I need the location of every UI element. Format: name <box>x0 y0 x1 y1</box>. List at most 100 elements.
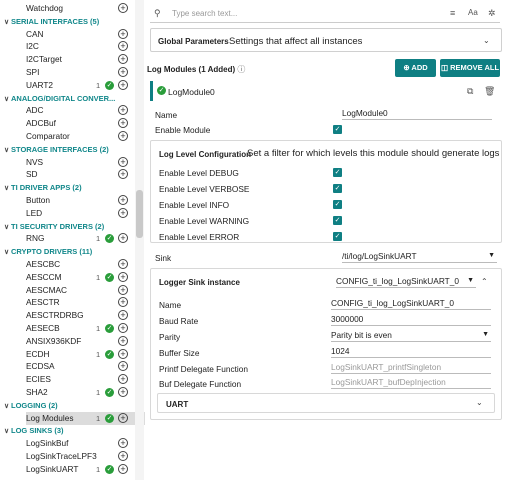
delete-icon[interactable]: 🗑 <box>484 86 495 96</box>
font-case-icon[interactable]: Aa <box>468 8 478 18</box>
sidebar-item[interactable]: Button + <box>26 194 145 207</box>
sidebar-category[interactable]: ∨ TI DRIVER APPS (2) <box>0 181 134 194</box>
log-level-checkbox[interactable]: ✓ <box>333 184 342 193</box>
enable-module-checkbox[interactable]: ✓ <box>333 125 342 134</box>
sidebar-item[interactable]: ECIES + <box>26 373 145 386</box>
add-instance-icon[interactable]: + <box>118 118 128 129</box>
baud-rate-value[interactable]: 3000000 <box>331 314 363 324</box>
add-button[interactable]: ⊕ ADD <box>395 59 436 77</box>
chevron-down-icon[interactable]: ∨ <box>4 16 11 29</box>
chevron-down-icon[interactable]: ⌄ <box>483 36 490 45</box>
sidebar-item[interactable]: AESCBC + <box>26 258 145 271</box>
add-instance-icon[interactable]: + <box>118 105 128 116</box>
sidebar-category[interactable]: ∨ SERIAL INTERFACES (5) <box>0 15 134 28</box>
buffer-size-input[interactable]: 1024 <box>331 346 491 358</box>
scrollbar-thumb[interactable] <box>136 190 143 238</box>
sidebar-item[interactable]: LogSinkBuf + <box>26 437 145 450</box>
sidebar-item[interactable]: UART2 1 ✓ + <box>26 79 145 92</box>
sidebar-item[interactable]: SD + <box>26 168 145 181</box>
sidebar-item[interactable]: ADCBuf + <box>26 117 145 130</box>
chevron-down-icon[interactable]: ∨ <box>4 221 11 234</box>
name-value[interactable]: LogModule0 <box>342 108 388 118</box>
sink-select[interactable]: /ti/log/LogSinkUART ▼ <box>342 251 497 263</box>
list-view-icon[interactable]: ≡ <box>450 8 455 18</box>
sidebar-scrollbar[interactable] <box>135 0 144 480</box>
chevron-down-icon[interactable]: ∨ <box>4 93 11 106</box>
sidebar-item[interactable]: ECDH 1 ✓ + <box>26 348 145 361</box>
add-instance-icon[interactable]: + <box>118 3 128 13</box>
sidebar-item[interactable]: AESCTR + <box>26 296 145 309</box>
printf-delegate-input[interactable]: LogSinkUART_printfSingleton <box>331 362 491 374</box>
uart-subpanel[interactable]: UART ⌄ <box>157 393 495 413</box>
sidebar-item[interactable]: LogSinkUART 1 ✓ + <box>26 463 145 476</box>
baud-rate-input[interactable]: 3000000 <box>331 314 491 326</box>
chevron-up-icon[interactable]: ⌃ <box>481 277 488 286</box>
sidebar-item[interactable]: CAN + <box>26 28 145 41</box>
add-instance-icon[interactable]: + <box>118 28 128 39</box>
sidebar-item[interactable]: Log Modules 1 ✓ + <box>26 411 145 425</box>
sidebar-item[interactable]: LogSinkTraceLPF3 + <box>26 450 145 463</box>
sidebar-item[interactable]: RNG 1 ✓ + <box>26 232 145 245</box>
sidebar-item[interactable]: SPI + <box>26 66 145 79</box>
sink-instance-select[interactable]: CONFIG_ti_log_LogSinkUART_0 ▼ <box>336 276 476 288</box>
buf-delegate-input[interactable]: LogSinkUART_bufDepInjection <box>331 377 491 389</box>
log-level-checkbox[interactable]: ✓ <box>333 216 342 225</box>
add-instance-icon[interactable]: + <box>118 79 128 90</box>
add-instance-icon[interactable]: + <box>118 67 128 77</box>
sidebar-item[interactable]: Watchdog + <box>26 2 145 15</box>
sidebar-item[interactable]: ANSIX936KDF + <box>26 335 145 348</box>
printf-delegate-value[interactable]: LogSinkUART_printfSingleton <box>331 362 441 372</box>
add-instance-icon[interactable]: + <box>118 233 128 244</box>
sink-name-input[interactable]: CONFIG_ti_log_LogSinkUART_0 <box>331 298 491 310</box>
name-input[interactable]: LogModule0 <box>342 108 492 120</box>
add-instance-icon[interactable]: + <box>118 297 128 308</box>
search-bar[interactable]: ⚲ Type search text... ≡ Aa ✲ <box>150 5 500 23</box>
sidebar-item[interactable]: AESECB 1 ✓ + <box>26 322 145 335</box>
module-instance-row[interactable]: ✓ LogModule0 ⧉ 🗑 <box>150 81 502 101</box>
add-instance-icon[interactable]: + <box>118 131 128 141</box>
chevron-down-icon[interactable]: ∨ <box>4 425 11 438</box>
sidebar-item[interactable]: AESCMAC + <box>26 284 145 297</box>
sidebar-category[interactable]: ∨ ANALOG/DIGITAL CONVER... <box>0 92 134 105</box>
add-instance-icon[interactable]: + <box>118 412 128 423</box>
add-instance-icon[interactable]: + <box>118 438 128 449</box>
add-instance-icon[interactable]: + <box>118 310 128 321</box>
chevron-down-icon[interactable]: ∨ <box>4 400 11 413</box>
add-instance-icon[interactable]: + <box>118 348 128 359</box>
sidebar-item[interactable]: LED + <box>26 207 145 220</box>
add-instance-icon[interactable]: + <box>118 451 128 461</box>
sidebar-item[interactable]: ADC + <box>26 104 145 117</box>
add-instance-icon[interactable]: + <box>118 323 128 333</box>
sidebar-category[interactable]: ∨ STORAGE INTERFACES (2) <box>0 143 134 156</box>
add-instance-icon[interactable]: + <box>118 156 128 167</box>
sidebar-category[interactable]: ∨ LOGGING (2) <box>0 399 134 412</box>
chevron-down-icon[interactable]: ∨ <box>4 144 11 157</box>
sidebar-item[interactable]: AESCCM 1 ✓ + <box>26 271 145 284</box>
add-instance-icon[interactable]: + <box>118 41 128 52</box>
search-input[interactable]: Type search text... <box>172 9 237 18</box>
log-level-checkbox[interactable]: ✓ <box>333 168 342 177</box>
add-instance-icon[interactable]: + <box>118 259 128 269</box>
add-instance-icon[interactable]: + <box>118 374 128 385</box>
add-instance-icon[interactable]: + <box>118 387 128 397</box>
add-instance-icon[interactable]: + <box>118 463 128 474</box>
buffer-size-value[interactable]: 1024 <box>331 346 349 356</box>
chevron-down-icon[interactable]: ∨ <box>4 246 11 259</box>
copy-icon[interactable]: ⧉ <box>467 86 473 96</box>
add-instance-icon[interactable]: + <box>118 335 128 346</box>
sink-name-value[interactable]: CONFIG_ti_log_LogSinkUART_0 <box>331 298 454 308</box>
add-instance-icon[interactable]: + <box>118 54 128 65</box>
sidebar-item[interactable]: NVS + <box>26 156 145 169</box>
sidebar-item[interactable]: SHA2 1 ✓ + <box>26 386 145 399</box>
chevron-down-icon[interactable]: ∨ <box>4 182 11 195</box>
sidebar-item[interactable]: I2CTarget + <box>26 53 145 66</box>
sidebar-item[interactable]: ECDSA + <box>26 360 145 373</box>
sidebar-category[interactable]: ∨ LOG SINKS (3) <box>0 424 134 437</box>
settings-icon[interactable]: ✲ <box>488 8 496 18</box>
sidebar-category[interactable]: ∨ TI SECURITY DRIVERS (2) <box>0 220 134 233</box>
add-instance-icon[interactable]: + <box>118 207 128 218</box>
log-level-checkbox[interactable]: ✓ <box>333 232 342 241</box>
global-parameters-panel[interactable]: Global Parameters Settings that affect a… <box>150 28 502 52</box>
add-instance-icon[interactable]: + <box>118 169 128 180</box>
chevron-down-icon[interactable]: ⌄ <box>476 398 483 407</box>
